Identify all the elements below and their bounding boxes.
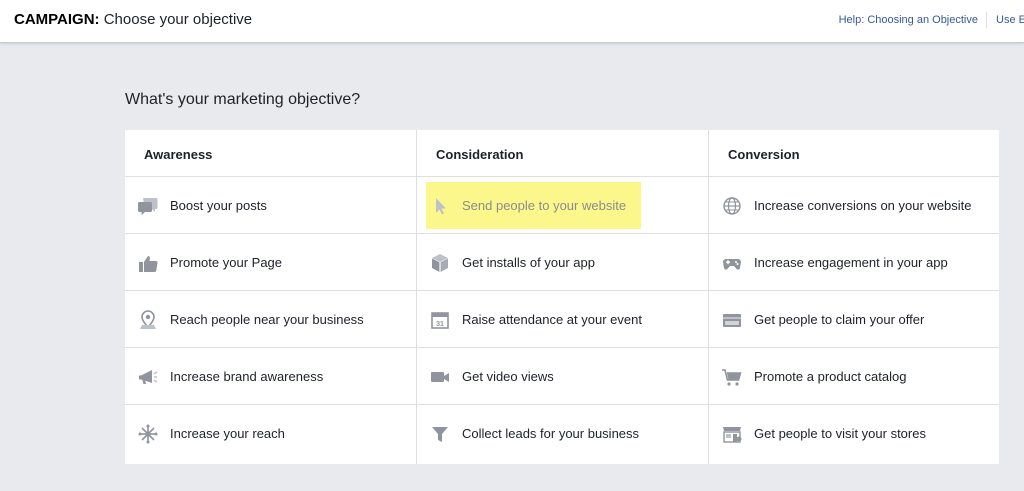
funnel-icon (429, 424, 451, 444)
objective-event-attendance[interactable]: 31 Raise attendance at your event (417, 291, 708, 348)
objective-collect-leads[interactable]: Collect leads for your business (417, 405, 708, 462)
objective-label: Get video views (462, 369, 554, 384)
objective-label: Get people to claim your offer (754, 312, 925, 327)
objective-label: Collect leads for your business (462, 426, 640, 441)
storefront-icon (721, 424, 743, 444)
objective-brand-awareness[interactable]: Increase brand awareness (125, 348, 416, 405)
objective-send-to-website[interactable]: Send people to your website (417, 177, 708, 234)
page-title: CAMPAIGN: Choose your objective (14, 11, 252, 29)
shopping-cart-icon (721, 367, 743, 387)
objective-question: What's your marketing objective? (125, 91, 361, 108)
map-pin-icon (137, 310, 159, 330)
objective-app-installs[interactable]: Get installs of your app (417, 234, 708, 291)
consideration-column: Consideration Send people to your websit… (416, 130, 708, 464)
column-heading-awareness: Awareness (125, 130, 416, 177)
objective-label: Reach people near your business (170, 312, 364, 327)
objective-label: Increase engagement in your app (754, 255, 948, 270)
objective-video-views[interactable]: Get video views (417, 348, 708, 405)
thumbs-up-icon (137, 253, 159, 273)
objective-label: Increase your reach (170, 426, 285, 441)
calendar-icon: 31 (429, 310, 451, 330)
objective-claim-offer[interactable]: Get people to claim your offer (709, 291, 999, 348)
link-divider (986, 12, 987, 28)
objective-app-engagement[interactable]: Increase engagement in your app (709, 234, 999, 291)
objective-website-conversions[interactable]: Increase conversions on your website (709, 177, 999, 234)
objective-label: Increase brand awareness (170, 369, 324, 384)
objective-label: Promote your Page (170, 255, 283, 270)
objective-label: Increase conversions on your website (754, 198, 972, 213)
app-box-icon (429, 253, 451, 273)
column-heading-conversion: Conversion (709, 130, 999, 177)
top-bar: CAMPAIGN: Choose your objective Help: Ch… (0, 0, 1024, 43)
megaphone-icon (137, 367, 159, 387)
objective-reach-nearby[interactable]: Reach people near your business (125, 291, 416, 348)
svg-text:31: 31 (436, 321, 444, 328)
campaign-label: CAMPAIGN: (14, 11, 100, 28)
help-choosing-objective-link[interactable]: Help: Choosing an Objective (839, 13, 978, 27)
offer-card-icon (721, 310, 743, 330)
objective-increase-reach[interactable]: Increase your reach (125, 405, 416, 462)
video-camera-icon (429, 367, 451, 387)
gamepad-icon (721, 253, 743, 273)
objective-label: Promote a product catalog (754, 369, 907, 384)
cursor-icon (429, 196, 451, 216)
globe-icon (721, 196, 743, 216)
conversion-column: Conversion Increase conversions on your … (708, 130, 999, 464)
use-existing-link[interactable]: Use E (996, 13, 1024, 27)
asterisk-reach-icon (137, 424, 159, 444)
objective-label: Raise attendance at your event (462, 312, 642, 327)
awareness-column: Awareness Boost your posts Promote your … (125, 130, 416, 464)
objective-label: Boost your posts (170, 198, 267, 213)
column-heading-consideration: Consideration (417, 130, 708, 177)
page-title-text: Choose your objective (99, 11, 253, 28)
objective-boost-posts[interactable]: Boost your posts (125, 177, 416, 234)
objective-label: Get people to visit your stores (754, 426, 926, 441)
objective-promote-page[interactable]: Promote your Page (125, 234, 416, 291)
objective-store-visits[interactable]: Get people to visit your stores (709, 405, 999, 462)
objective-label: Get installs of your app (462, 255, 595, 270)
objective-grid: Awareness Boost your posts Promote your … (125, 130, 999, 464)
objective-label: Send people to your website (462, 198, 627, 213)
objective-product-catalog[interactable]: Promote a product catalog (709, 348, 999, 405)
speech-bubbles-icon (137, 196, 159, 216)
